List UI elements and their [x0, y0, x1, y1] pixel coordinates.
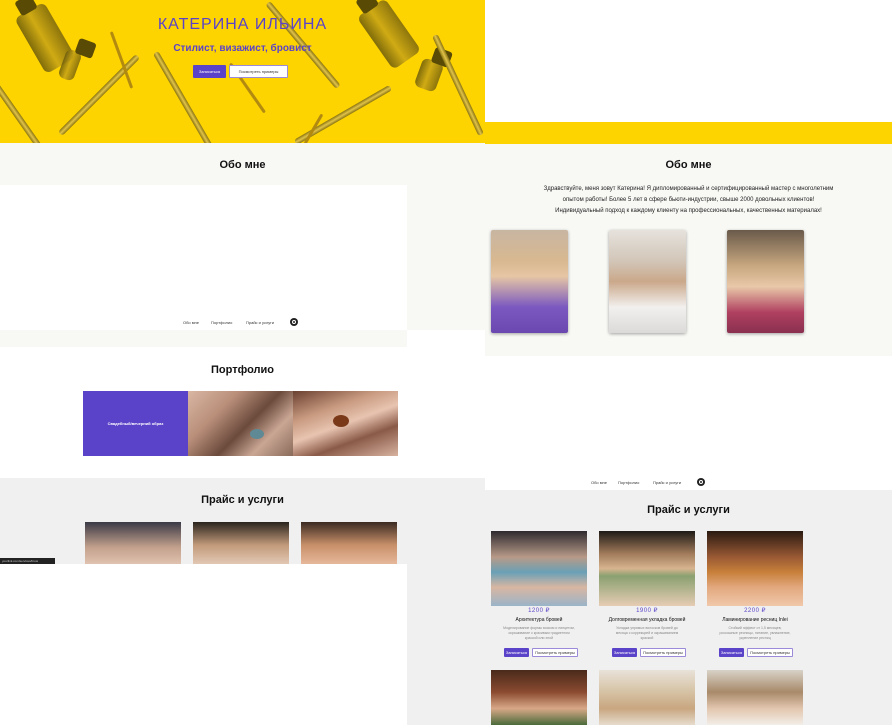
- portfolio-title: Портфолио: [211, 364, 274, 376]
- blank-area: [0, 564, 407, 725]
- view-examples-button-2[interactable]: Посмотреть примеры: [640, 648, 686, 657]
- nav-link-prices-right[interactable]: Прайс и услуги: [653, 480, 681, 485]
- tweezers-image: [0, 68, 52, 143]
- nav-link-about[interactable]: Обо мне: [183, 320, 199, 325]
- about-photo-selfie: [491, 230, 568, 333]
- service-image-lash-lamination: [707, 531, 803, 606]
- service-price-3: 2200 ₽: [744, 608, 766, 614]
- about-text-line-1: Здравствуйте, меня зовут Катерина! Я дип…: [543, 186, 834, 192]
- portfolio-tile-label: Свадебный/вечерний образ: [107, 421, 164, 426]
- eye-image: [250, 429, 264, 439]
- service-image-brow-architecture: [491, 531, 587, 606]
- about-text-line-2: опытом работы! Более 5 лет в сфере бьюти…: [562, 197, 815, 203]
- nav-link-portfolio[interactable]: Портфолио: [211, 320, 232, 325]
- service-desc-1b: окрашивание с красивым градиентом: [508, 631, 570, 635]
- hero-banner: КАТЕРИНА ИЛЬИНА Стилист, визажист, брови…: [0, 0, 485, 143]
- service-price-2: 1900 ₽: [636, 608, 658, 614]
- service-image-makeup: [491, 670, 587, 725]
- service-price-1: 1200 ₽: [528, 608, 550, 614]
- nav-link-prices[interactable]: Прайс и услуги: [246, 320, 274, 325]
- view-examples-button[interactable]: Посмотреть примеры: [229, 65, 288, 78]
- book-button-1[interactable]: Записаться: [504, 648, 529, 657]
- instagram-icon-right[interactable]: [697, 478, 705, 486]
- about-title-right: Обо мне: [665, 159, 712, 171]
- service-image-lashes-left: [301, 522, 397, 564]
- blank-side: [407, 564, 485, 725]
- service-image-brows-left: [85, 522, 181, 564]
- prices-title-left: Прайс и услуги: [201, 494, 284, 506]
- about-photo-diploma: [609, 230, 686, 333]
- book-button-3[interactable]: Записаться: [719, 648, 744, 657]
- about-text-line-3: Индивидуальный подход к каждому клиенту …: [555, 208, 822, 214]
- section-divider: [0, 330, 407, 347]
- service-desc-3b: роскошные ресницы, питание, увлажнение,: [719, 631, 791, 635]
- service-desc-3c: укрепление ресниц: [739, 636, 771, 640]
- hero-subtitle: Стилист, визажист, бровист: [173, 43, 312, 54]
- service-name-1: Архитектура бровей: [515, 617, 563, 623]
- serum-bottle-image: [356, 0, 422, 70]
- book-button-2[interactable]: Записаться: [612, 648, 637, 657]
- book-button[interactable]: Записаться: [193, 65, 226, 78]
- about-content-right: [485, 356, 892, 490]
- service-image-brow-styling: [599, 531, 695, 606]
- view-examples-button-3[interactable]: Посмотреть примеры: [747, 648, 793, 657]
- service-desc-1a: Моделирование формы воском и пинцетом,: [503, 626, 575, 630]
- service-name-3: Ламинирование ресниц Inlei: [722, 617, 788, 623]
- nav-link-about-right[interactable]: Обо мне: [591, 480, 607, 485]
- service-image-hairstyle: [599, 670, 695, 725]
- portfolio-tile-wedding[interactable]: Свадебный/вечерний образ: [83, 391, 188, 456]
- service-image-styling-left: [193, 522, 289, 564]
- portfolio-tile-lashes[interactable]: [293, 391, 398, 456]
- about-side-area: [407, 185, 485, 330]
- service-desc-2b: месяца с коррекцией и окрашиванием: [615, 631, 679, 635]
- service-image-bridal: [707, 670, 803, 725]
- service-name-2: Долговременная укладка бровей: [608, 617, 686, 623]
- about-title: Обо мне: [219, 159, 266, 171]
- hero-banner-edge: [485, 122, 892, 144]
- hero-title: КАТЕРИНА ИЛЬИНА: [157, 16, 328, 33]
- view-examples-button-1[interactable]: Посмотреть примеры: [532, 648, 578, 657]
- instagram-icon[interactable]: [290, 318, 298, 326]
- service-desc-1c: краской или хной: [524, 636, 554, 640]
- prices-title-right: Прайс и услуги: [647, 504, 730, 516]
- serum-bottle-image: [413, 57, 445, 93]
- service-desc-2a: Укладка упрямых волосков бровей до: [616, 626, 678, 630]
- service-desc-2c: краской: [640, 636, 654, 640]
- service-desc-3a: Стойкий эффект от 1,5 месяцев,: [728, 626, 782, 630]
- about-photo-portrait: [727, 230, 804, 333]
- status-url: yourlink.com/services/brow: [2, 559, 39, 563]
- nav-link-portfolio-right[interactable]: Портфолио: [618, 480, 639, 485]
- about-content-area: [0, 185, 407, 330]
- portfolio-tile-brows[interactable]: [188, 391, 293, 456]
- eye-image: [333, 415, 349, 427]
